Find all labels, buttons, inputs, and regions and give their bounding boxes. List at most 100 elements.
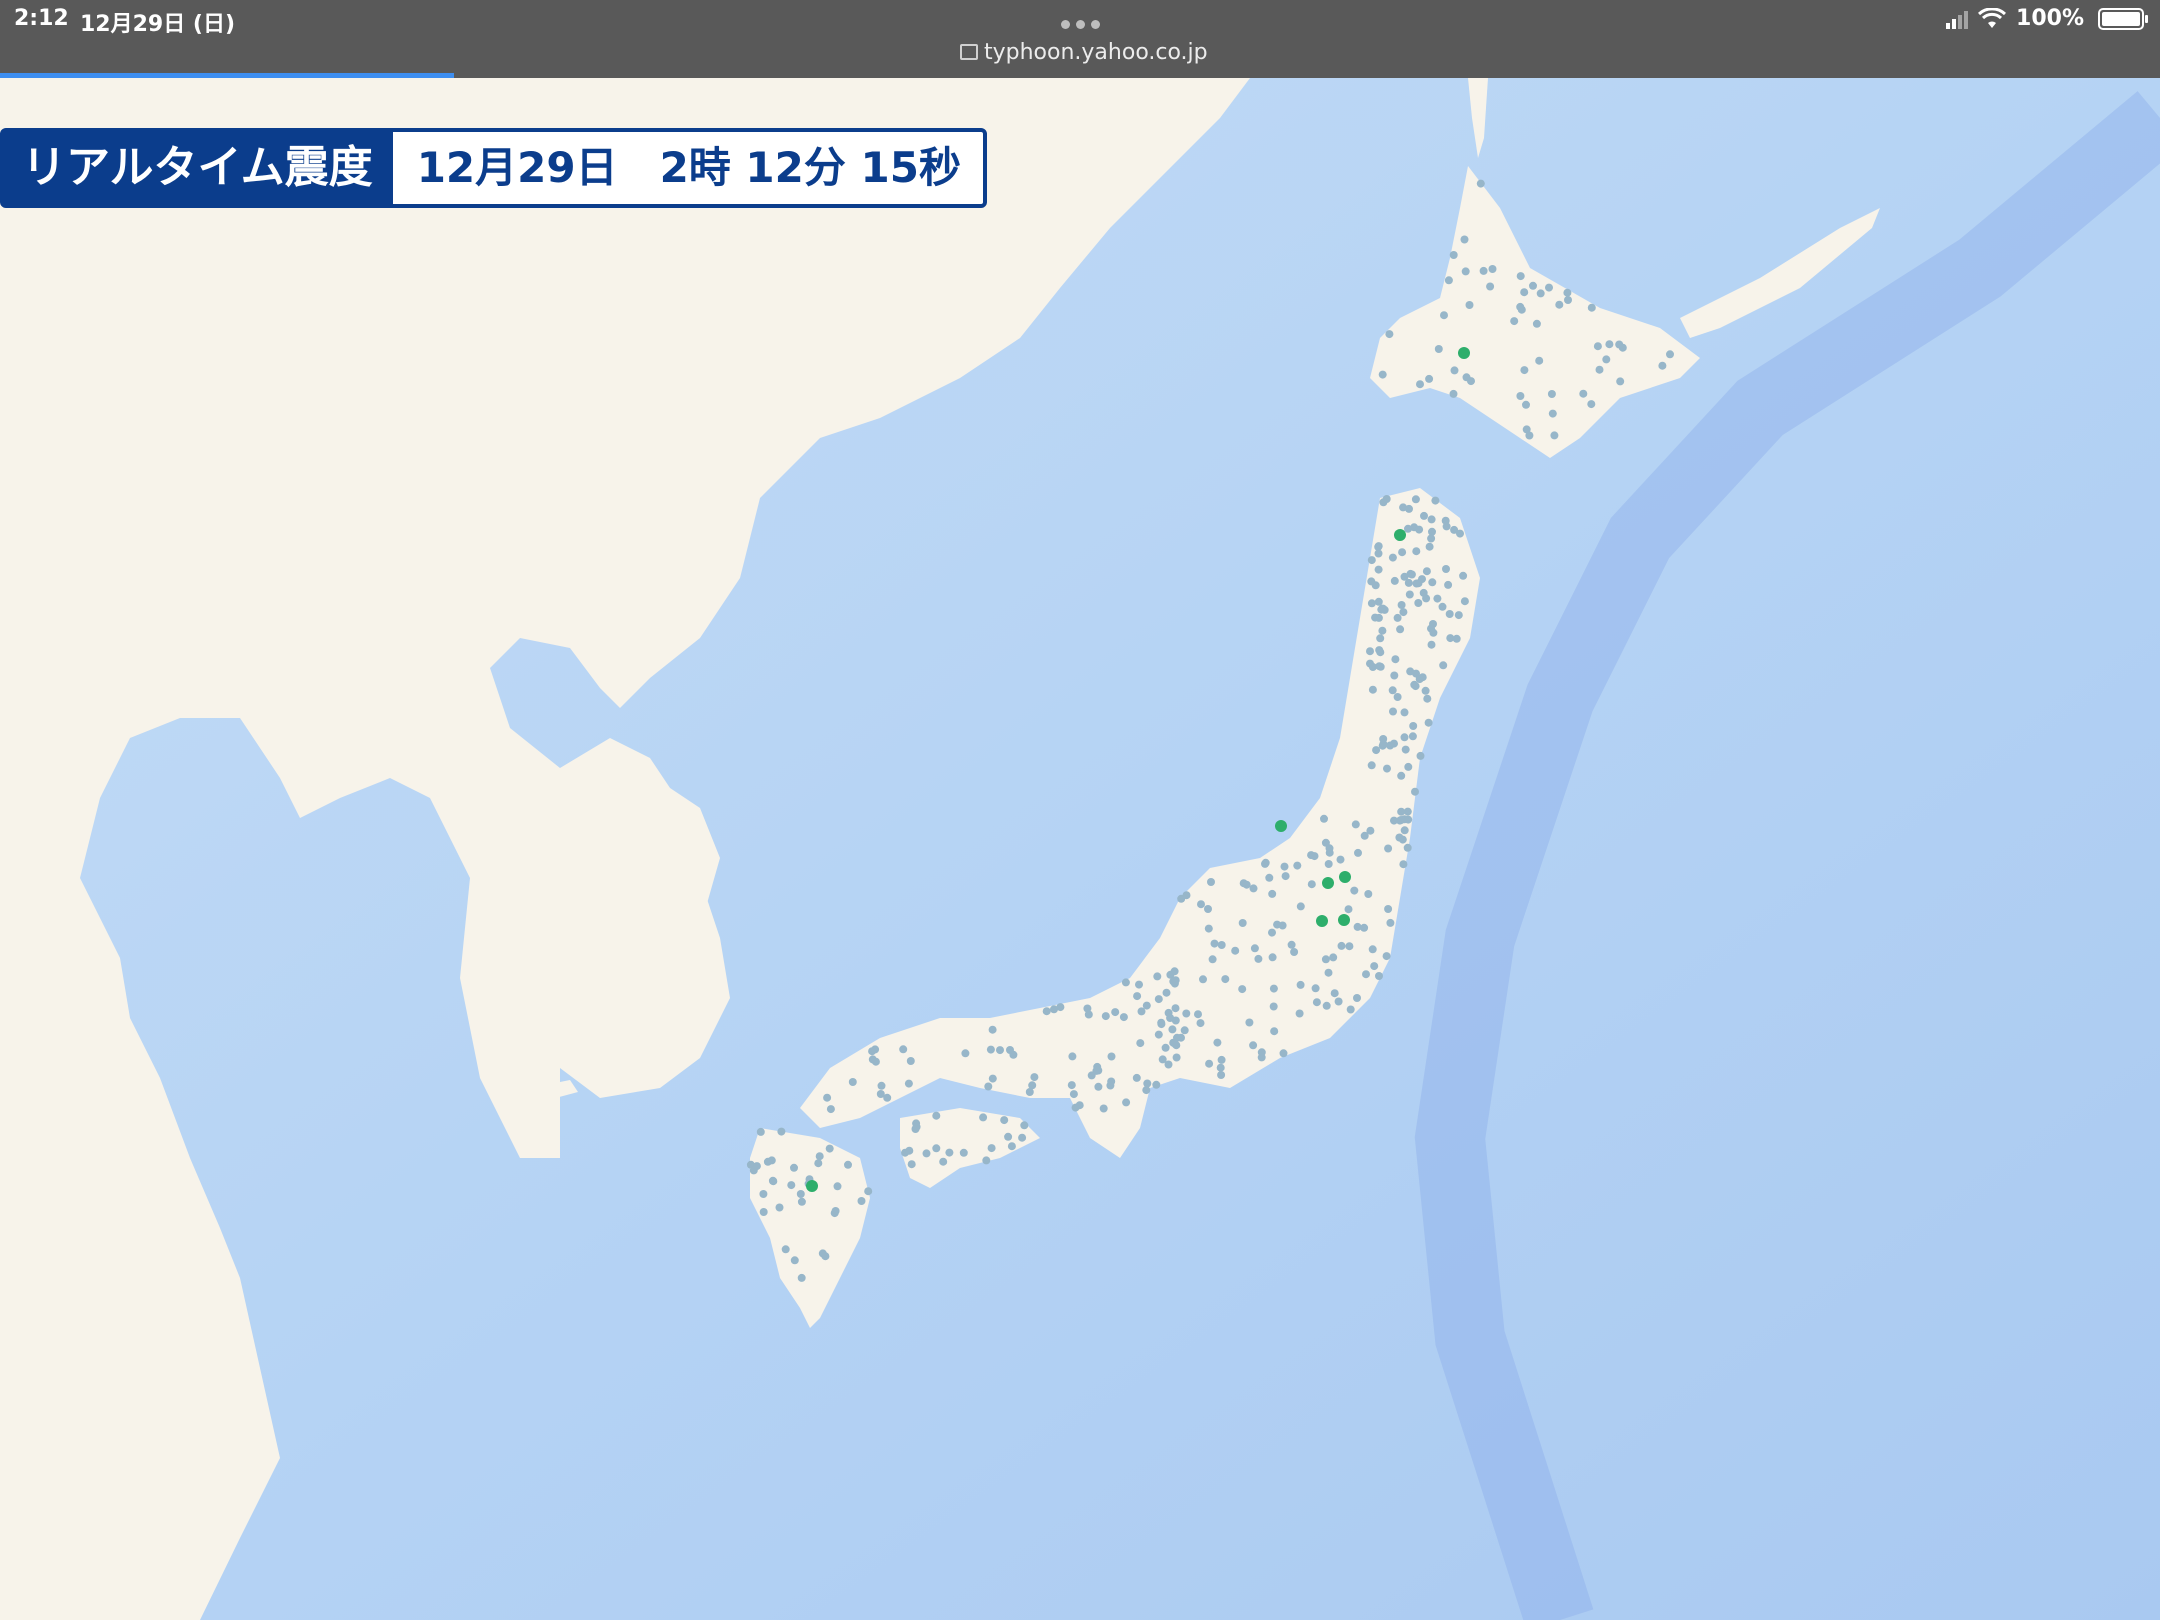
station-marker <box>833 1182 842 1191</box>
station-marker <box>1375 646 1384 655</box>
station-marker <box>1520 288 1529 297</box>
station-marker <box>1360 831 1369 840</box>
station-marker <box>1322 1001 1331 1010</box>
station-marker <box>1564 296 1572 304</box>
station-marker <box>1375 972 1383 980</box>
station-marker <box>1403 843 1412 852</box>
station-marker <box>1563 288 1572 297</box>
station-marker <box>1460 597 1469 606</box>
station-marker <box>1434 345 1443 353</box>
station-marker <box>1445 610 1454 618</box>
station-marker <box>1154 1030 1163 1039</box>
station-marker <box>759 1190 768 1198</box>
station-marker <box>906 1057 915 1065</box>
station-marker <box>905 1146 914 1155</box>
station-marker <box>1030 1073 1039 1082</box>
station-marker <box>1535 356 1544 365</box>
station-marker <box>1213 1038 1222 1047</box>
station-marker <box>922 1149 931 1158</box>
station-marker <box>1516 392 1525 400</box>
station-marker <box>1416 751 1425 760</box>
station-marker <box>1367 556 1376 565</box>
station-marker <box>1454 611 1463 620</box>
station-marker <box>1364 890 1373 898</box>
station-marker <box>1295 1009 1304 1018</box>
station-marker <box>1366 647 1374 656</box>
realtime-intensity-map[interactable] <box>0 78 2160 1620</box>
felt-station-marker <box>1338 914 1350 926</box>
station-marker <box>823 1093 832 1102</box>
station-marker <box>1250 944 1259 953</box>
station-marker <box>1290 948 1299 956</box>
station-marker <box>1216 1063 1225 1072</box>
cellular-signal-icon <box>1946 9 1969 29</box>
station-marker <box>1280 862 1289 871</box>
station-marker <box>1414 599 1423 607</box>
station-marker <box>1168 1025 1177 1034</box>
station-marker <box>1462 373 1471 382</box>
address-bar[interactable]: typhoon.yahoo.co.jp <box>960 40 1208 65</box>
station-marker <box>1042 1007 1051 1016</box>
station-marker <box>1442 522 1451 531</box>
station-marker <box>1388 686 1397 695</box>
station-marker <box>1548 409 1557 418</box>
station-marker <box>1099 1104 1108 1113</box>
station-marker <box>1615 340 1624 349</box>
station-marker <box>1405 504 1413 513</box>
station-marker <box>1182 891 1191 900</box>
station-marker <box>1330 989 1339 998</box>
station-marker <box>815 1152 824 1161</box>
station-marker <box>1231 946 1240 955</box>
station-marker <box>1135 980 1143 989</box>
station-marker <box>932 1111 941 1120</box>
multitasking-dots-icon[interactable] <box>1058 14 1103 33</box>
station-marker <box>1004 1132 1013 1141</box>
station-marker <box>1152 1080 1161 1089</box>
station-marker <box>1161 1043 1170 1052</box>
station-marker <box>1132 1073 1141 1082</box>
station-marker <box>996 1046 1004 1055</box>
station-marker <box>871 1057 880 1066</box>
station-marker <box>1249 1041 1258 1050</box>
station-marker <box>1398 835 1407 844</box>
station-marker <box>1354 848 1362 857</box>
felt-station-marker <box>806 1180 818 1192</box>
station-marker <box>1111 1008 1120 1017</box>
felt-station-marker <box>1275 820 1287 832</box>
wifi-icon <box>1978 7 2007 28</box>
station-marker <box>1324 860 1333 868</box>
station-marker <box>1153 972 1162 981</box>
station-marker <box>1429 628 1438 637</box>
station-marker <box>1071 1103 1080 1112</box>
station-marker <box>1268 889 1277 898</box>
station-marker <box>1616 377 1625 386</box>
station-marker <box>1162 988 1171 997</box>
station-marker <box>1164 1060 1173 1069</box>
station-marker <box>1028 1081 1037 1090</box>
station-marker <box>1094 1082 1103 1091</box>
station-marker <box>982 1156 991 1165</box>
station-marker <box>984 1082 993 1091</box>
station-marker <box>1409 722 1418 730</box>
station-marker <box>1418 575 1426 584</box>
station-marker <box>1399 860 1408 869</box>
station-marker <box>1362 970 1370 979</box>
station-marker <box>864 1187 873 1196</box>
station-marker <box>1516 272 1525 281</box>
station-marker <box>1157 1020 1166 1029</box>
station-marker <box>1379 498 1388 507</box>
station-marker <box>1205 1059 1214 1068</box>
station-marker <box>756 1127 765 1136</box>
station-marker <box>1397 601 1406 609</box>
station-marker <box>939 1157 948 1166</box>
station-marker <box>1197 900 1205 909</box>
station-marker <box>1345 942 1354 951</box>
station-marker <box>1532 319 1541 328</box>
station-marker <box>767 1156 776 1165</box>
station-marker <box>1371 581 1380 590</box>
station-marker <box>1400 733 1409 742</box>
station-marker <box>1605 340 1614 349</box>
station-marker <box>1119 1013 1128 1022</box>
station-marker <box>1279 1049 1288 1058</box>
station-marker <box>1396 625 1405 634</box>
